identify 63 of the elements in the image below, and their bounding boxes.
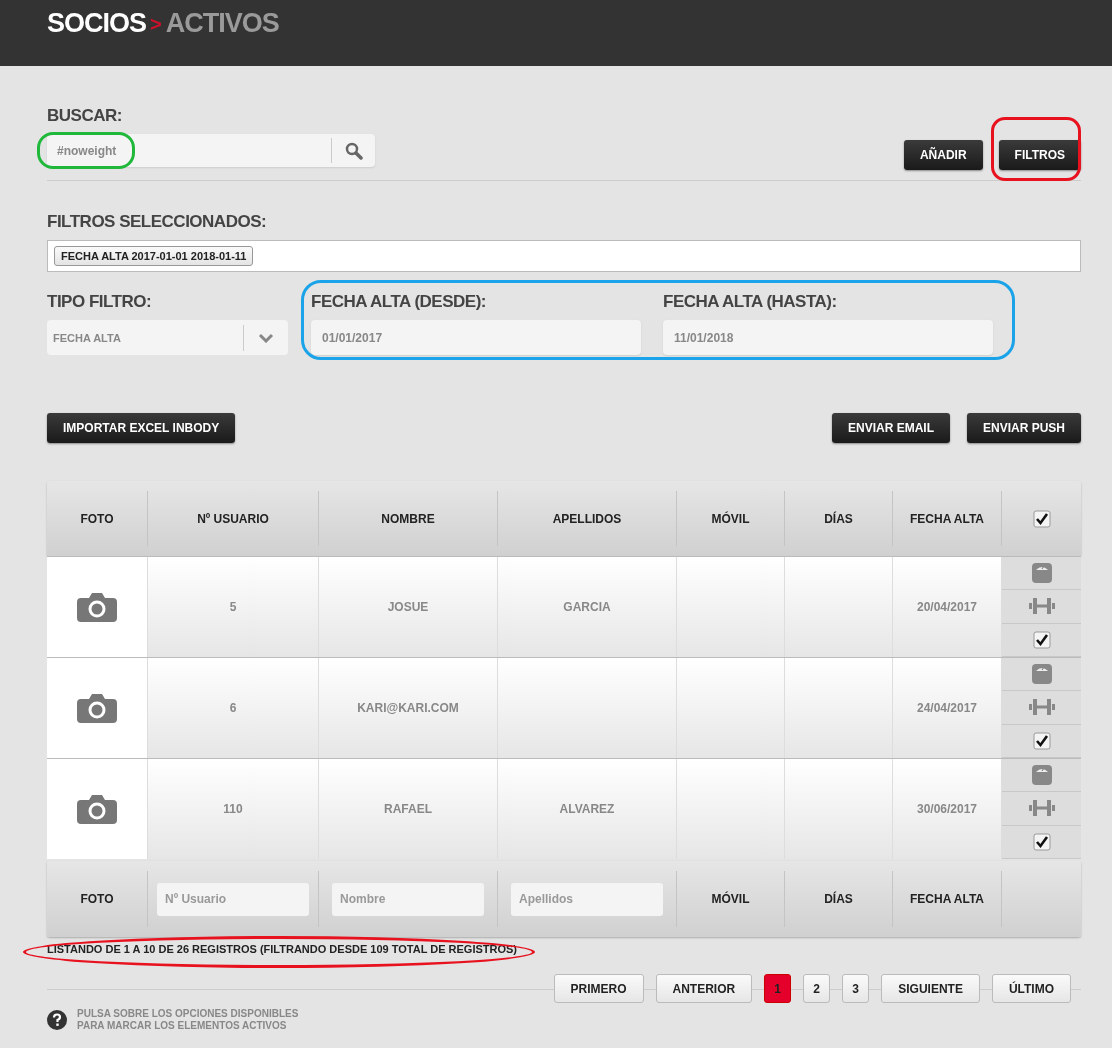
page-title: SOCIOS bbox=[47, 8, 147, 39]
scale-icon bbox=[1030, 663, 1053, 686]
column-header[interactable]: FECHA ALTA bbox=[893, 491, 1002, 546]
checkbox[interactable] bbox=[1032, 630, 1051, 649]
question-icon bbox=[47, 1010, 67, 1030]
table-cell: 24/04/2017 bbox=[893, 658, 1002, 758]
page-subtitle: ACTIVOS bbox=[165, 8, 279, 39]
checkbox[interactable] bbox=[1032, 731, 1051, 750]
camera-icon bbox=[77, 592, 117, 622]
date-label: FECHA ALTA (DESDE): bbox=[311, 292, 487, 312]
table-cell: RAFAEL bbox=[319, 759, 498, 859]
camera-icon bbox=[77, 693, 117, 723]
table-cell: GARCIA bbox=[498, 557, 677, 657]
filter-type-label: TIPO FILTRO: bbox=[47, 292, 153, 312]
column-header[interactable]: DÍAS bbox=[785, 491, 893, 546]
column-header[interactable]: NOMBRE bbox=[319, 491, 498, 546]
filter-tag[interactable]: FECHA ALTA 2017-01-01 2018-01-11 bbox=[54, 246, 254, 266]
table-cell: ALVAREZ bbox=[498, 759, 677, 859]
page-button[interactable]: 3 bbox=[842, 974, 870, 1003]
toolbar-button[interactable]: ENVIAR PUSH bbox=[967, 413, 1081, 443]
checkbox[interactable] bbox=[1032, 509, 1051, 528]
table-cell: 110 bbox=[148, 759, 319, 859]
column-header[interactable]: MÓVIL bbox=[677, 491, 785, 546]
breadcrumb-separator: > bbox=[150, 13, 162, 36]
dumbbell-icon bbox=[1028, 596, 1055, 617]
chevron-down-icon bbox=[258, 332, 274, 343]
filter-input[interactable]: Nº Usuario bbox=[157, 882, 309, 916]
checkbox[interactable] bbox=[1032, 832, 1051, 851]
column-label: DÍAS bbox=[824, 892, 853, 906]
filter-input[interactable]: Nombre bbox=[332, 882, 484, 916]
selected-filters-label: FILTROS SELECCIONADOS: bbox=[47, 212, 268, 232]
column-label: FOTO bbox=[80, 892, 114, 906]
dumbbell-icon bbox=[1028, 798, 1055, 819]
page-button[interactable]: 2 bbox=[803, 974, 831, 1003]
pager-button[interactable]: ÚLTIMO bbox=[991, 974, 1071, 1003]
column-label: FECHA ALTA bbox=[910, 892, 984, 906]
search-label: BUSCAR: bbox=[47, 106, 123, 126]
table-cell: KARI@KARI.COM bbox=[319, 658, 498, 758]
scale-icon bbox=[1030, 562, 1053, 585]
table-cell: 6 bbox=[148, 658, 319, 758]
table-cell: 20/04/2017 bbox=[893, 557, 1002, 657]
date-label: FECHA ALTA (HASTA): bbox=[663, 292, 838, 312]
table-cell: 30/06/2017 bbox=[893, 759, 1002, 859]
help-text: PULSA SOBRE LOS OPCIONES DISPONIBLES PARA MARCAR LOS ELEMENTOS ACTIVOS bbox=[77, 1008, 300, 1032]
pager-button[interactable]: SIGUIENTE bbox=[881, 974, 980, 1003]
column-header[interactable]: Nº USUARIO bbox=[148, 491, 319, 546]
table-cell: 5 bbox=[148, 557, 319, 657]
action-button[interactable]: AÑADIR bbox=[903, 140, 983, 170]
column-header[interactable]: APELLIDOS bbox=[498, 491, 677, 546]
camera-icon bbox=[77, 794, 117, 824]
scale-icon bbox=[1030, 764, 1053, 787]
toolbar-button[interactable]: ENVIAR EMAIL bbox=[831, 413, 950, 443]
column-header[interactable]: FOTO bbox=[47, 491, 148, 546]
action-button[interactable]: FILTROS bbox=[998, 140, 1081, 170]
pager-button[interactable]: ANTERIOR bbox=[655, 974, 753, 1003]
table-cell: JOSUE bbox=[319, 557, 498, 657]
toolbar-button[interactable]: IMPORTAR EXCEL INBODY bbox=[47, 413, 236, 443]
records-summary: LISTANDO DE 1 A 10 DE 26 REGISTROS (FILTRANDO DESDE 109 TOTAL DE REGISTROS) bbox=[47, 943, 517, 955]
dumbbell-icon bbox=[1028, 697, 1055, 718]
pager-button[interactable]: PRIMERO bbox=[553, 974, 644, 1003]
filter-input[interactable]: Apellidos bbox=[511, 882, 663, 916]
column-label: MÓVIL bbox=[711, 892, 750, 906]
search-icon bbox=[344, 141, 363, 160]
